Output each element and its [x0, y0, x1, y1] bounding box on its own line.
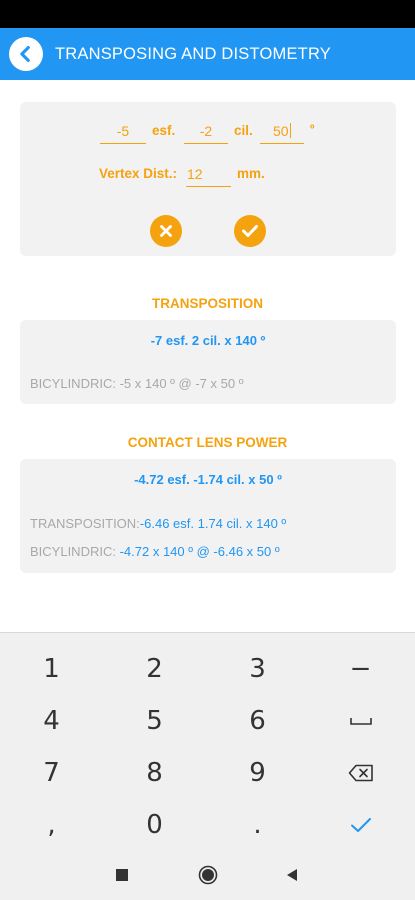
status-bar	[0, 0, 415, 28]
backspace-icon	[348, 764, 373, 782]
key-9[interactable]: 9	[206, 747, 309, 799]
sphere-input[interactable]: -5	[100, 118, 146, 144]
key-8[interactable]: 8	[103, 747, 206, 799]
key-comma[interactable]: ,	[0, 799, 103, 851]
app-bar: TRANSPOSING AND DISTOMETRY	[0, 28, 415, 80]
axis-input[interactable]: 50	[260, 118, 304, 144]
home-circle-icon	[198, 865, 218, 885]
prescription-input-card: -5 esf. -2 cil. 50 º Vertex Dist.: 12 mm…	[20, 102, 396, 256]
vertex-distance-input[interactable]: 12	[186, 161, 231, 187]
bicylindric-label: BICYLINDRIC:	[30, 376, 116, 391]
bicylindric-value: -5 x 140 º @ -7 x 50 º	[119, 376, 244, 391]
confirm-button[interactable]	[234, 215, 266, 247]
contact-lens-title: CONTACT LENS POWER	[127, 435, 288, 450]
key-0[interactable]: 0	[103, 799, 206, 851]
backspace-key[interactable]	[309, 747, 412, 799]
key-5[interactable]: 5	[103, 695, 206, 747]
contact-lens-result: -4.72 esf. -1.74 cil. x 50 º	[134, 472, 282, 487]
key-period[interactable]: .	[206, 799, 309, 851]
text-cursor	[289, 123, 292, 138]
key-1[interactable]: 1	[0, 643, 103, 695]
home-button[interactable]	[186, 850, 230, 900]
cylinder-input[interactable]: -2	[184, 118, 228, 144]
back-triangle-icon	[287, 869, 297, 881]
vertex-unit-label: mm.	[237, 166, 265, 181]
key-7[interactable]: 7	[0, 747, 103, 799]
contact-lens-bicylindric-row: BICYLINDRIC: -4.72 x 140 º @ -6.46 x 50 …	[30, 544, 280, 559]
transposition-result: -7 esf. 2 cil. x 140 º	[150, 333, 266, 348]
contact-lens-card: -4.72 esf. -1.74 cil. x 50 º TRANSPOSITI…	[20, 459, 396, 573]
enter-check-icon	[350, 818, 371, 832]
contact-lens-transposition-row: TRANSPOSITION:-6.46 esf. 1.74 cil. x 140…	[30, 516, 286, 531]
key-4[interactable]: 4	[0, 695, 103, 747]
key-2[interactable]: 2	[103, 643, 206, 695]
sphere-label: esf.	[152, 123, 176, 138]
check-icon	[242, 225, 258, 237]
key-6[interactable]: 6	[206, 695, 309, 747]
enter-key[interactable]	[309, 799, 412, 851]
space-key[interactable]	[309, 695, 412, 747]
contact-transposition-value: -6.46 esf. 1.74 cil. x 140 º	[139, 516, 287, 531]
transposition-card: -7 esf. 2 cil. x 140 º BICYLINDRIC: -5 x…	[20, 320, 396, 404]
cylinder-label: cil.	[234, 123, 253, 138]
space-icon	[349, 718, 372, 725]
recents-square-icon	[116, 869, 128, 881]
transposition-bicylindric-row: BICYLINDRIC: -5 x 140 º @ -7 x 50 º	[30, 376, 243, 391]
transposition-title: TRANSPOSITION	[151, 296, 263, 311]
back-button[interactable]	[270, 850, 314, 900]
back-arrow-icon[interactable]	[9, 37, 43, 71]
contact-bicylindric-label: BICYLINDRIC:	[30, 544, 116, 559]
page-title: TRANSPOSING AND DISTOMETRY	[55, 45, 331, 63]
contact-bicylindric-value: -4.72 x 140 º @ -6.46 x 50 º	[119, 544, 280, 559]
degree-symbol: º	[310, 122, 315, 136]
numeric-keyboard: 1 2 3 − 4 5 6 7 8 9 , 0 .	[0, 632, 415, 850]
system-navigation-bar	[0, 850, 415, 900]
vertex-distance-label: Vertex Dist.:	[99, 166, 178, 181]
recents-button[interactable]	[100, 850, 144, 900]
clear-button[interactable]	[150, 215, 182, 247]
contact-transposition-label: TRANSPOSITION:	[30, 516, 140, 531]
close-icon	[160, 225, 172, 237]
key-minus[interactable]: −	[309, 643, 412, 695]
key-3[interactable]: 3	[206, 643, 309, 695]
